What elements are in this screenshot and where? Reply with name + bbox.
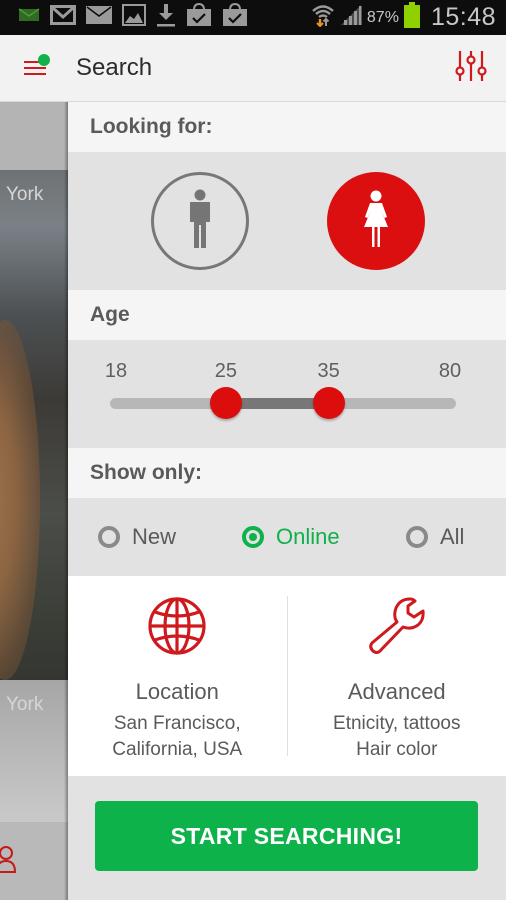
radio-all[interactable]: All [406, 524, 464, 550]
age-min-label: 18 [104, 360, 128, 382]
background-profile-list: York York [0, 102, 68, 900]
show-only-radio-group: New Online All [68, 498, 506, 576]
wifi-icon [311, 3, 335, 32]
page-title: Search [76, 54, 153, 81]
sms-icon [18, 8, 40, 27]
radio-online[interactable]: Online [242, 524, 406, 550]
cta-container: START SEARCHING! [68, 776, 506, 896]
radio-label: New [132, 524, 177, 549]
gender-female-button[interactable] [327, 172, 425, 270]
battery-percent: 87% [366, 8, 399, 26]
search-filter-panel: Looking for: Age 18 25 35 80 Show only: … [68, 102, 506, 900]
slider-thumb-max[interactable] [312, 387, 345, 419]
radio-new[interactable]: New [98, 524, 242, 550]
radio-label: Online [276, 524, 340, 549]
age-header: Age [68, 290, 506, 340]
show-only-header: Show only: [68, 448, 506, 498]
age-range-slider: 18 25 35 80 [68, 340, 506, 448]
advanced-filter[interactable]: Advanced Etnicity, tattoos Hair color [288, 576, 506, 776]
battery-icon [403, 2, 420, 33]
location-title: Location [135, 679, 219, 704]
gallery-icon [122, 4, 146, 31]
start-searching-button[interactable]: START SEARCHING! [95, 801, 478, 871]
wrench-icon [366, 596, 428, 661]
download-icon [156, 3, 176, 32]
user-icon[interactable] [0, 844, 20, 881]
female-icon [360, 190, 392, 253]
play-store-update-icon [186, 2, 212, 32]
age-high-value: 35 [317, 360, 340, 382]
app-toolbar: Search [0, 35, 506, 102]
profile-photo[interactable] [0, 170, 68, 743]
extra-filters-panel: Location San Francisco, California, USA … [68, 576, 506, 776]
globe-icon [147, 596, 207, 661]
radio-label: All [440, 524, 465, 549]
hamburger-menu-icon [21, 53, 51, 83]
notification-dot [38, 53, 50, 66]
filter-settings-button[interactable] [454, 48, 488, 88]
play-store-update-icon [222, 2, 248, 32]
radio-unchecked-icon [406, 526, 428, 548]
profile-actions-bar [0, 822, 68, 900]
email-icon [86, 6, 112, 29]
gender-male-button[interactable] [151, 172, 249, 270]
age-max-label: 80 [438, 360, 462, 382]
looking-for-header: Looking for: [68, 102, 506, 152]
profile-location-text: York [6, 694, 44, 715]
advanced-summary: Etnicity, tattoos Hair color [333, 713, 461, 760]
clock: 15:48 [430, 3, 496, 31]
profile-card-partial[interactable] [0, 102, 68, 170]
menu-button[interactable] [6, 35, 66, 102]
gmail-icon [50, 5, 76, 30]
age-low-value: 25 [214, 360, 238, 382]
location-filter[interactable]: Location San Francisco, California, USA [68, 576, 287, 776]
slider-thumb-min[interactable] [209, 387, 242, 419]
profile-location-text: York [6, 184, 44, 205]
signal-icon [340, 4, 362, 31]
radio-unchecked-icon [98, 526, 120, 548]
location-value: San Francisco, California, USA [112, 713, 243, 760]
radio-checked-icon [242, 526, 264, 548]
advanced-title: Advanced [347, 679, 446, 704]
male-icon [187, 189, 213, 254]
gender-selector [68, 152, 506, 290]
status-bar: 87% 15:48 [0, 0, 506, 35]
sliders-icon [455, 49, 487, 88]
